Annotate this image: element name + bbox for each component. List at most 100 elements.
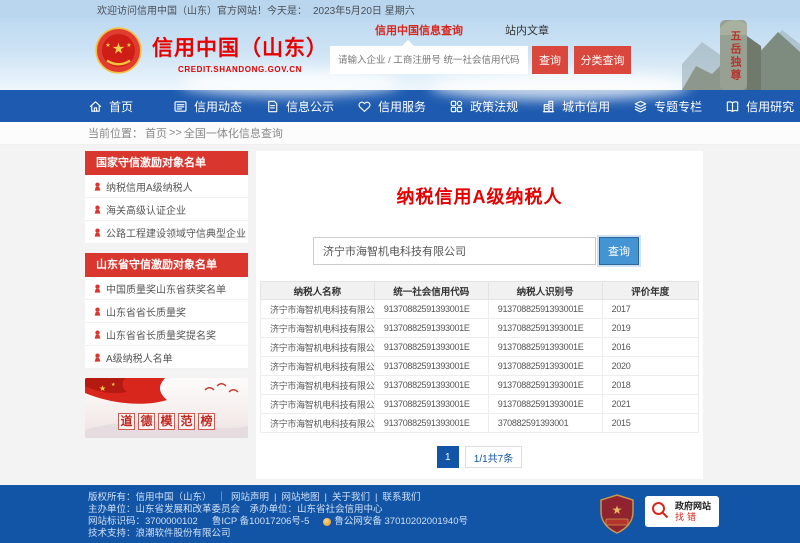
svg-text:★: ★ [111,382,116,388]
sidebar-item-label: A级纳税人名单 [106,350,173,365]
sidebar-section-title: 山东省守信激励对象名单 [85,253,248,277]
query-button[interactable]: 查询 [599,237,639,265]
seal-icon [93,228,102,237]
sidebar-item[interactable]: 公路工程建设领域守信典型企业 [85,221,248,244]
breadcrumb-prefix: 当前位置： [88,125,143,141]
header-search-input[interactable] [330,46,528,74]
site-header: ★ ★ ★ 信用中国（山东） CREDIT.SHANDONG.GOV.CN 信用… [0,18,800,90]
error-badge-line1: 政府网站 [675,501,711,512]
sidebar-item[interactable]: 海关高级认证企业 [85,198,248,221]
sidebar-item[interactable]: 山东省省长质量奖提名奖 [85,323,248,346]
site-logo[interactable]: ★ ★ ★ 信用中国（山东） CREDIT.SHANDONG.GOV.CN [95,27,328,79]
banner-char: 榜 [198,413,215,430]
breadcrumb: 当前位置： 首页 >> 全国一体化信息查询 [0,122,800,145]
sidebar-item-label: 山东省省长质量奖提名奖 [106,327,216,342]
taxpayer-table: 纳税人名称统一社会信用代码纳税人识别号评价年度 济宁市海智机电科技有限公司913… [260,281,699,433]
nav-item-policies[interactable]: 政策法规 [449,98,518,115]
nav-item-credit-research[interactable]: 信用研究 [725,98,794,115]
layers-icon [633,99,648,114]
sidebar-section: 国家守信激励对象名单纳税信用A级纳税人海关高级认证企业公路工程建设领域守信典型企… [85,151,248,244]
credit-shield-badge[interactable]: ★ [599,494,635,537]
category-query-button[interactable]: 分类查询 [574,46,631,74]
footer-organizer: 主办单位：山东省发展和改革委员会 承办单位：山东省社会信用中心 [88,504,383,516]
footer-separator: | [325,492,327,504]
nav-item-special-topics[interactable]: 专题专栏 [633,98,702,115]
nav-item-label: 信用研究 [746,98,794,115]
footer-icp: 鲁ICP 备10017206号-5 [212,516,310,528]
nav-item-label: 首页 [109,98,133,115]
search-tab[interactable]: 信用中国信息查询 [375,22,463,38]
national-emblem-icon: ★ ★ ★ [95,27,142,79]
footer: 版权所有：信用中国（山东）｜网站声明|网站地图|关于我们|联系我们 主办单位：山… [0,485,800,543]
table-cell: 91370882591393001E [374,319,488,338]
grid-icon [449,99,464,114]
footer-link-2[interactable]: 网站地图 [282,492,320,504]
company-search: 查询 [313,237,699,265]
table-row: 济宁市海智机电科技有限公司91370882591393001E913708825… [261,319,699,338]
footer-separator: ｜ [217,492,227,504]
footer-separator: | [274,492,276,504]
table-cell: 济宁市海智机电科技有限公司 [261,300,375,319]
public-security-icon [323,518,331,526]
sidebar-item[interactable]: 山东省省长质量奖 [85,300,248,323]
table-cell: 91370882591393001E [488,357,602,376]
seal-icon [93,353,102,362]
nav-item-city-credit[interactable]: 城市信用 [541,98,610,115]
table-cell: 91370882591393001E [488,338,602,357]
banner-char: 道 [118,413,135,430]
table-cell: 济宁市海智机电科技有限公司 [261,319,375,338]
gov-site-error-badge[interactable]: 政府网站 找错 [645,496,719,527]
book-icon [725,99,740,114]
table-cell: 2015 [602,414,698,433]
sidebar-item-label: 山东省省长质量奖 [106,304,186,319]
home-icon [88,99,103,114]
page-number[interactable]: 1 [437,446,459,468]
table-row: 济宁市海智机电科技有限公司91370882591393001E913708825… [261,376,699,395]
nav-item-credit-news[interactable]: 信用动态 [173,98,242,115]
footer-link-4[interactable]: 联系我们 [382,492,420,504]
main-panel: 纳税信用A级纳税人 查询 纳税人名称统一社会信用代码纳税人识别号评价年度 济宁市… [256,151,703,479]
header-query-button[interactable]: 查询 [532,46,568,74]
nav-item-info-publicity[interactable]: 信息公示 [265,98,334,115]
table-row: 济宁市海智机电科技有限公司91370882591393001E370882591… [261,414,699,433]
seal-icon [93,284,102,293]
site-url: CREDIT.SHANDONG.GOV.CN [152,65,328,74]
company-search-input[interactable] [313,237,596,265]
banner-title: 道德模范榜 [85,413,248,430]
table-cell: 91370882591393001E [488,300,602,319]
table-row: 济宁市海智机电科技有限公司91370882591393001E913708825… [261,338,699,357]
search-row: 查询 分类查询 [330,46,632,74]
sidebar-item[interactable]: 中国质量奖山东省获奖名单 [85,277,248,300]
table-cell: 91370882591393001E [374,414,488,433]
page-info: 1/1共7条 [465,446,522,468]
table-cell: 2018 [602,376,698,395]
building-icon [541,99,556,114]
table-header-row: 纳税人名称统一社会信用代码纳税人识别号评价年度 [261,282,699,300]
table-cell: 济宁市海智机电科技有限公司 [261,357,375,376]
search-tab[interactable]: 站内文章 [505,22,549,38]
svg-text:★: ★ [126,42,131,49]
breadcrumb-home-link[interactable]: 首页 [145,125,167,141]
sidebar-item[interactable]: 纳税信用A级纳税人 [85,175,248,198]
footer-link-1[interactable]: 网站声明 [231,492,269,504]
sidebar-section-title: 国家守信激励对象名单 [85,151,248,175]
search-tabs: 信用中国信息查询 站内文章 [330,22,632,38]
nav-item-home[interactable]: 首页 [88,98,133,115]
sidebar-item[interactable]: A级纳税人名单 [85,346,248,369]
table-cell: 济宁市海智机电科技有限公司 [261,395,375,414]
seal-icon [93,182,102,191]
table-cell: 2020 [602,357,698,376]
mountain-inscription: 五岳独尊 [727,30,743,82]
table-header-cell: 纳税人识别号 [488,282,602,300]
footer-link-3[interactable]: 关于我们 [332,492,370,504]
brand-text: 信用中国（山东） CREDIT.SHANDONG.GOV.CN [152,32,328,74]
moral-model-banner[interactable]: ★ ★ 道德模范榜 [85,378,248,438]
svg-text:★: ★ [112,41,125,58]
sidebar: 国家守信激励对象名单纳税信用A级纳税人海关高级认证企业公路工程建设领域守信典型企… [85,151,248,479]
banner-char: 范 [178,413,195,430]
nav-item-credit-service[interactable]: 信用服务 [357,98,426,115]
footer-copyright: 版权所有：信用中国（山东） [88,492,212,504]
footer-psb: 鲁公网安备 37010202001940号 [334,516,468,528]
active-tab-caret [402,40,414,46]
nav-items: 首页 信用动态 信息公示 信用服务 政策法规 城市信用 专题专栏 信用研究 [0,98,800,115]
